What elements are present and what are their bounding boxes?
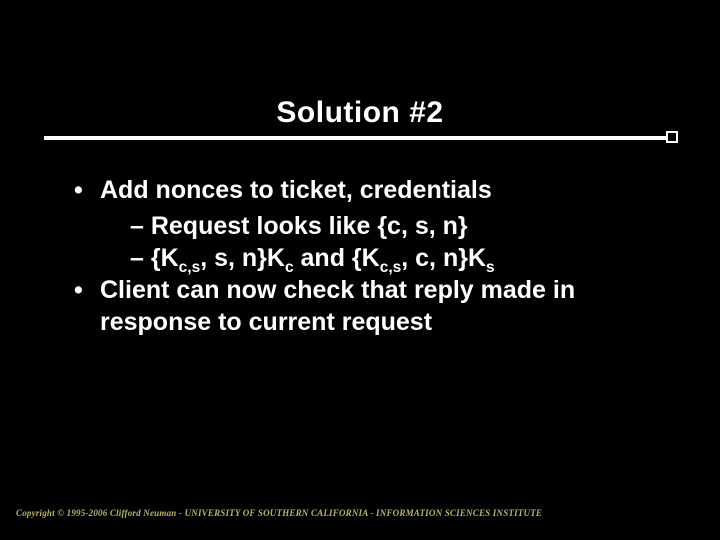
b1b-p1: – {K (130, 244, 179, 272)
title-rule (44, 136, 676, 140)
rule-endcap-icon (666, 131, 678, 143)
bullet-2-text: Client can now check that reply made in … (100, 276, 575, 336)
bullet-1a: – Request looks like {c, s, n} (130, 210, 650, 242)
bullet-1-text: Add nonces to ticket, credentials (100, 176, 492, 204)
copyright-footer: Copyright © 1995-2006 Clifford Neuman - … (16, 508, 542, 518)
b1b-p3: and {K (294, 244, 380, 272)
slide-body: Add nonces to ticket, credentials – Requ… (100, 174, 650, 338)
bullet-1: Add nonces to ticket, credentials (100, 174, 650, 206)
b1b-p2: , s, n}K (200, 244, 285, 272)
slide: Solution #2 Add nonces to ticket, creden… (0, 0, 720, 540)
bullet-1b: – {Kc,s, s, n}Kc and {Kc,s, c, n}Ks (130, 242, 650, 274)
b1b-p4: , c, n}K (401, 244, 486, 272)
bullet-2: Client can now check that reply made in … (100, 274, 650, 338)
slide-title: Solution #2 (0, 0, 720, 130)
rule-line (44, 136, 676, 140)
bullet-1a-text: – Request looks like {c, s, n} (130, 210, 468, 242)
